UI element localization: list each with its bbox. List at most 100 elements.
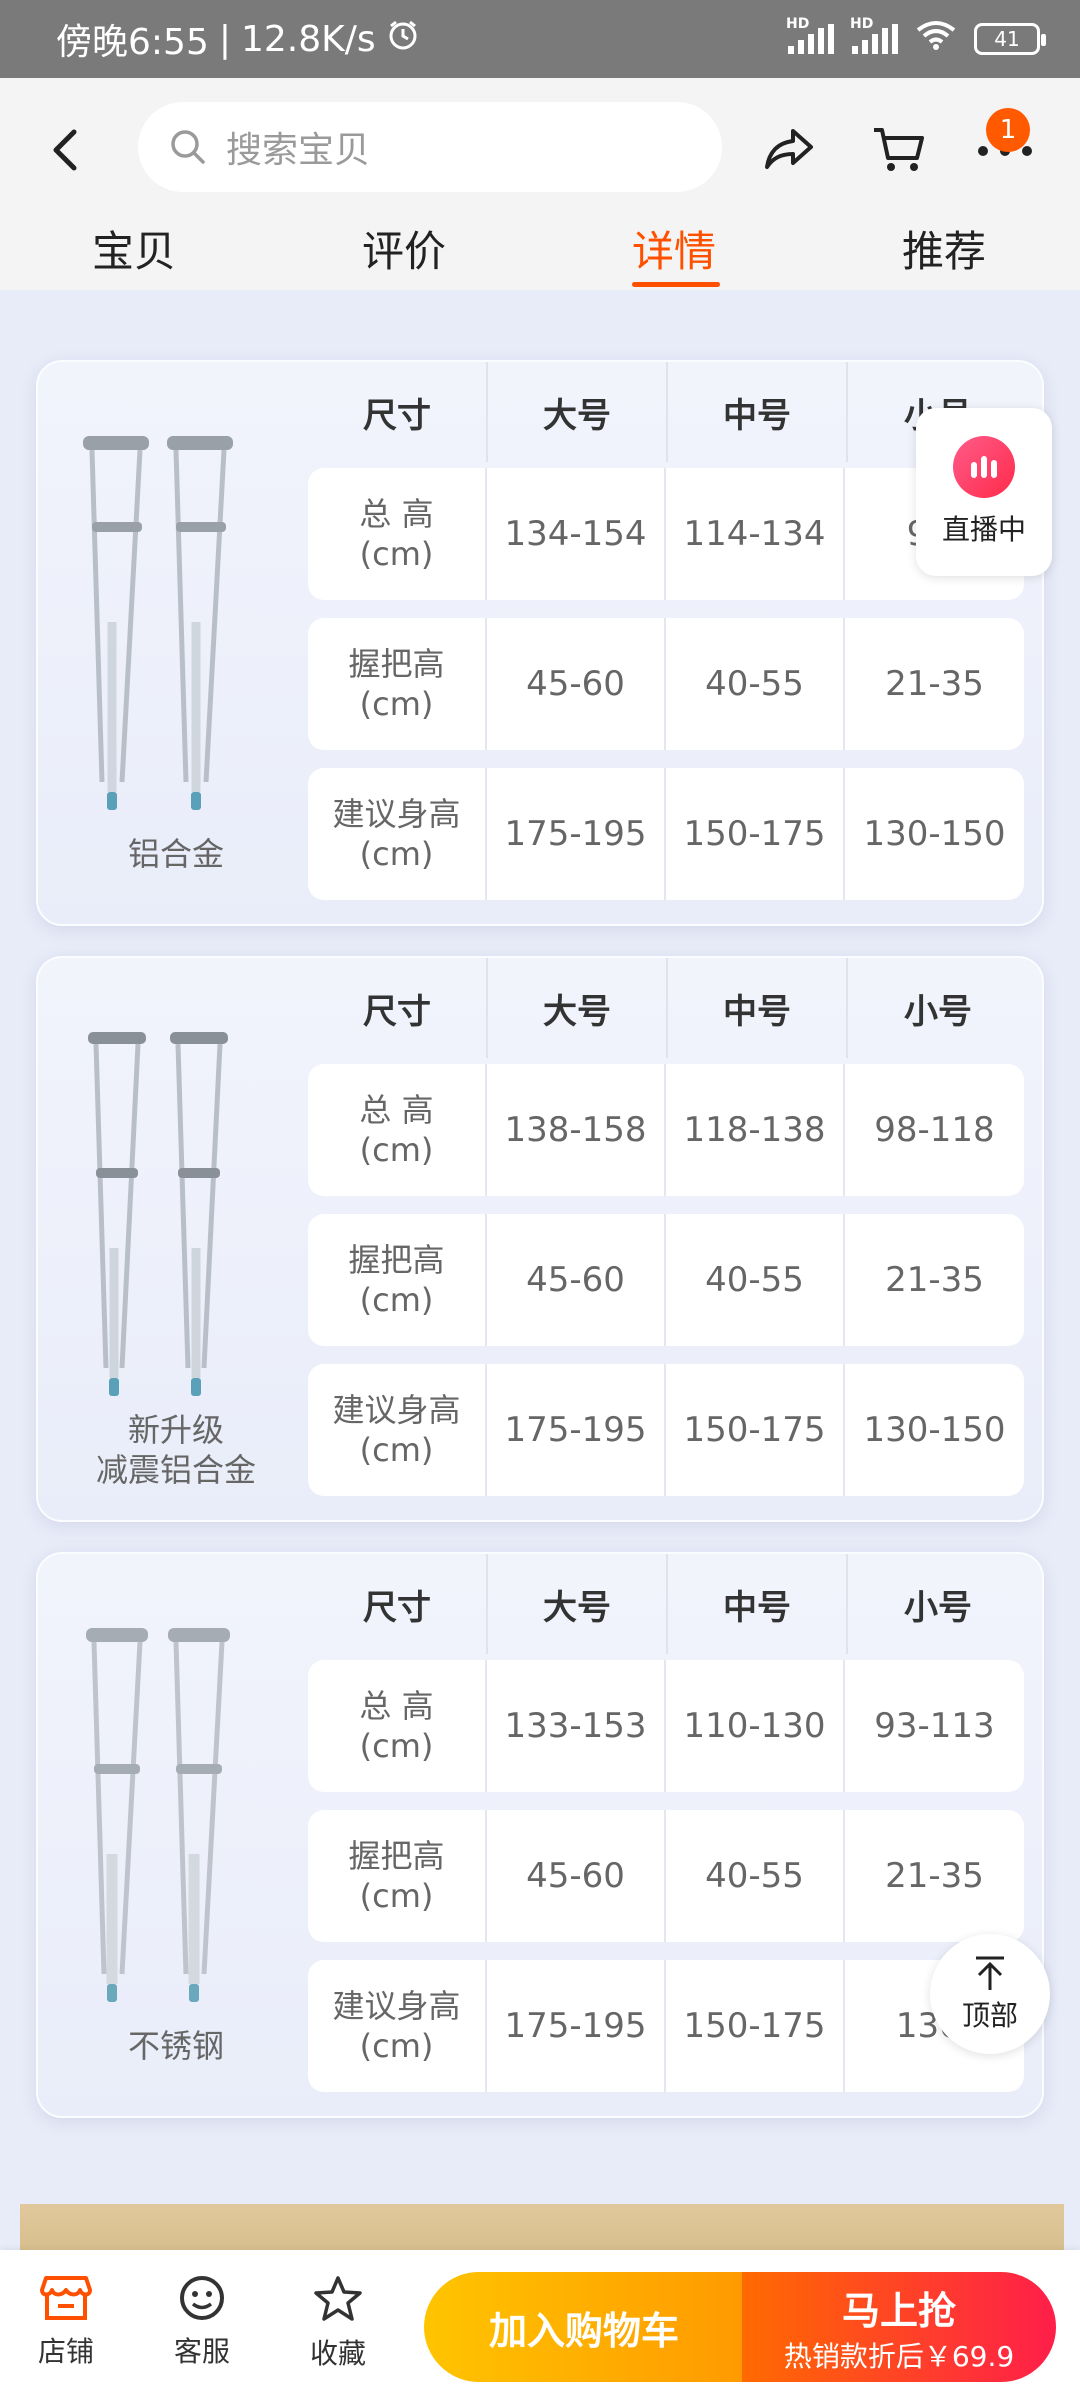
table-cell: 175-195 xyxy=(487,1364,666,1496)
row-label-unit: (cm) xyxy=(359,1727,434,1765)
customer-service-button[interactable]: 客服 xyxy=(152,2274,252,2370)
row-label: 建议身高 (cm) xyxy=(308,1364,487,1496)
table-cell: 130-150 xyxy=(863,1410,1006,1450)
table-cell: 118-138 xyxy=(666,1064,845,1196)
cart-icon xyxy=(874,128,924,171)
row-label-name: 总 高 xyxy=(359,1687,434,1725)
hd-label: HD xyxy=(786,16,810,32)
row-label-unit: (cm) xyxy=(359,835,434,873)
table-cell: 175-195 xyxy=(487,1960,666,2092)
live-icon xyxy=(953,436,1015,498)
row-label-name: 建议身高 xyxy=(332,1391,461,1429)
cart-button[interactable] xyxy=(864,114,934,184)
tab-item[interactable]: 宝贝 xyxy=(92,218,176,279)
header-medium: 中号 xyxy=(668,958,848,1058)
row-label-name: 握把高 xyxy=(348,1241,445,1279)
back-button[interactable] xyxy=(50,120,100,180)
top-nav-bar: 搜索宝贝 1 宝贝 评价 详情 推荐 xyxy=(0,78,1080,290)
signal-icon-2: HD xyxy=(850,16,898,54)
header-size: 尺寸 xyxy=(308,362,488,462)
header-large: 大号 xyxy=(488,1554,668,1654)
row-label: 总 高 (cm) xyxy=(308,468,487,600)
shop-button[interactable]: 店铺 xyxy=(16,2274,116,2370)
crutch-image xyxy=(88,1032,228,1396)
table-cell: 98-118 xyxy=(874,1110,995,1150)
add-to-cart-button[interactable]: 加入购物车 xyxy=(424,2272,744,2382)
row-label: 建议身高 (cm) xyxy=(308,768,487,900)
table-cell: 175-195 xyxy=(487,768,666,900)
favorite-button[interactable]: 收藏 xyxy=(288,2274,388,2372)
buy-now-button[interactable]: 马上抢 热销款折后￥69.9 xyxy=(742,2272,1056,2382)
row-label: 建议身高 (cm) xyxy=(308,1960,487,2092)
row-label-unit: (cm) xyxy=(359,1877,434,1915)
header-medium: 中号 xyxy=(668,362,848,462)
table-cell: 40-55 xyxy=(666,618,845,750)
table-row: 握把高 (cm) 45-60 40-55 21-35 xyxy=(308,1810,1024,1942)
header-size: 尺寸 xyxy=(308,1554,488,1654)
message-badge: 1 xyxy=(986,108,1030,152)
table-cell: 21-35 xyxy=(885,1856,984,1896)
table-cell: 130-150 xyxy=(863,814,1006,854)
table-cell: 133-153 xyxy=(487,1660,666,1792)
buy-now-price: 热销款折后￥69.9 xyxy=(783,2339,1015,2373)
table-cell: 150-175 xyxy=(666,1960,845,2092)
header-medium: 中号 xyxy=(668,1554,848,1654)
shop-icon xyxy=(40,2276,92,2320)
table-row: 总 高 (cm) 133-153 110-130 93-113 xyxy=(308,1660,1024,1792)
table-header: 尺寸 大号 中号 小号 xyxy=(308,958,1028,1058)
row-label-name: 握把高 xyxy=(348,1837,445,1875)
wifi-icon xyxy=(916,20,956,58)
material-label: 不锈钢 xyxy=(127,2027,224,2065)
table-cell: 45-60 xyxy=(487,618,666,750)
detail-content: 铝合金 尺寸 大号 中号 小号 总 高(cm) 134-154 114-134 … xyxy=(0,290,1080,2250)
material-label: 新升级 xyxy=(127,1411,224,1449)
size-table-card: 铝合金 尺寸 大号 中号 小号 总 高(cm) 134-154 114-134 … xyxy=(36,360,1044,926)
row-label-unit: (cm) xyxy=(359,1281,434,1319)
row-label: 握把高 (cm) xyxy=(308,1214,487,1346)
product-image-preview xyxy=(20,2204,1064,2250)
back-to-top-button[interactable]: 顶部 xyxy=(930,1934,1050,2054)
header-large: 大号 xyxy=(488,958,668,1058)
material-label-2: 减震铝合金 xyxy=(95,1451,256,1489)
table-cell: 150-175 xyxy=(666,768,845,900)
size-table-card: 新升级 减震铝合金 尺寸 大号 中号 小号 总 高 (cm) 138-158 11… xyxy=(36,956,1044,1522)
header-large: 大号 xyxy=(488,362,668,462)
shop-label: 店铺 xyxy=(37,2335,94,2368)
header-small: 小号 xyxy=(904,991,972,1032)
tab-reviews[interactable]: 评价 xyxy=(362,218,446,279)
row-label-unit: (cm) xyxy=(359,1131,434,1169)
material-label: 铝合金 xyxy=(127,835,224,873)
arrow-up-icon xyxy=(976,1956,1004,1990)
row-label-name: 建议身高 xyxy=(332,795,461,833)
row-label-name: 总 高 xyxy=(359,495,434,533)
row-label: 握把高 (cm) xyxy=(308,1810,487,1942)
star-icon xyxy=(314,2276,362,2321)
share-icon xyxy=(765,129,813,169)
row-label-name: 建议身高 xyxy=(332,1987,461,2025)
back-to-top-label: 顶部 xyxy=(961,1999,1018,2032)
tab-recommend[interactable]: 推荐 xyxy=(902,218,986,279)
customer-service-icon xyxy=(180,2276,224,2320)
live-stream-button[interactable]: 直播中 xyxy=(916,408,1052,576)
search-input[interactable]: 搜索宝贝 xyxy=(138,102,722,192)
crutch-image xyxy=(83,436,233,810)
crutch-image xyxy=(86,1628,230,2002)
hd-label-2: HD xyxy=(850,16,874,32)
tab-details[interactable]: 详情 xyxy=(632,218,716,279)
table-cell: 45-60 xyxy=(487,1214,666,1346)
row-label: 总 高 (cm) xyxy=(308,1064,487,1196)
battery-icon: 41 xyxy=(974,23,1046,55)
row-label: 总 高 (cm) xyxy=(308,1660,487,1792)
status-left: 傍晚6:55 | 12.8K/s xyxy=(56,13,420,65)
table-row: 握把高 (cm) 45-60 40-55 21-35 xyxy=(308,1214,1024,1346)
share-button[interactable] xyxy=(754,114,824,184)
status-divider: | xyxy=(218,18,231,60)
header-size: 尺寸 xyxy=(308,958,488,1058)
tab-bar: 宝贝 评价 详情 推荐 xyxy=(0,218,1080,290)
row-label-unit: (cm) xyxy=(359,1431,434,1469)
row-label-unit: (cm) xyxy=(359,535,434,573)
table-cell: 45-60 xyxy=(487,1810,666,1942)
alarm-icon xyxy=(386,18,420,61)
status-bar: 傍晚6:55 | 12.8K/s HD HD 41 xyxy=(0,0,1080,78)
live-label: 直播中 xyxy=(941,513,1026,546)
